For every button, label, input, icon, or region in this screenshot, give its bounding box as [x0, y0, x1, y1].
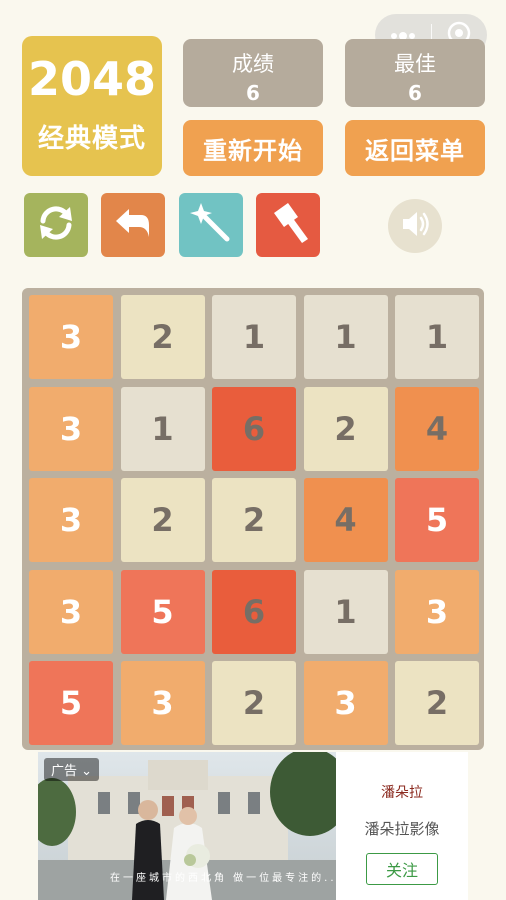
- magic-wand-icon: [187, 199, 235, 251]
- tile-r2-c4: 2: [303, 386, 388, 471]
- ad-caption: 在一座城市的西北角 做一位最专注的...: [110, 873, 343, 884]
- speaker-icon: [397, 206, 433, 246]
- tile-r3-c3: 2: [212, 478, 296, 562]
- tile-r5-c2: 3: [120, 661, 205, 745]
- advertiser-name: 潘朵拉影像: [364, 820, 440, 838]
- tile-r1-c3: 1: [212, 295, 296, 379]
- tile-r1-c2: 2: [120, 295, 205, 379]
- magic-wand-button[interactable]: [179, 193, 243, 257]
- tile-r2-c1: 3: [29, 386, 113, 471]
- logo-subtitle: 经典模式: [37, 124, 146, 154]
- tile-r3-c2: 2: [120, 478, 205, 562]
- score-label: 成绩: [232, 52, 274, 76]
- tile-r4-c3: 6: [212, 569, 296, 654]
- logo-title: 2048: [27, 52, 157, 106]
- chevron-down-icon: ⌄: [81, 764, 93, 779]
- best-value: 6: [408, 81, 422, 105]
- tile-r5-c1: 5: [29, 661, 113, 745]
- back-to-menu-button[interactable]: 返回菜单: [345, 120, 485, 176]
- refresh-button[interactable]: [24, 193, 88, 257]
- undo-arrow-icon: [111, 201, 155, 249]
- advertiser-logo: 潘朵拉: [381, 785, 423, 801]
- tile-r4-c2: 5: [120, 569, 205, 654]
- tile-r2-c2: 1: [120, 386, 205, 471]
- hammer-button[interactable]: [256, 193, 320, 257]
- tile-r5-c5: 2: [395, 661, 479, 745]
- game-logo: 2048 经典模式: [22, 36, 162, 176]
- tile-r4-c4: 1: [303, 569, 388, 654]
- tile-r4-c1: 3: [29, 569, 113, 654]
- score-value: 6: [246, 81, 260, 105]
- best-label: 最佳: [394, 52, 436, 76]
- tile-r3-c5: 5: [395, 478, 479, 562]
- tile-r2-c5: 4: [395, 386, 479, 471]
- tile-r4-c5: 3: [395, 569, 479, 654]
- tile-r5-c3: 2: [212, 661, 296, 745]
- ad-tag[interactable]: 广告 ⌄: [44, 758, 100, 781]
- ad-tag-label: 广告: [51, 764, 78, 779]
- tile-r5-c4: 3: [303, 661, 388, 745]
- tile-r1-c1: 3: [29, 295, 113, 379]
- game-board[interactable]: 3211131624322453561353232: [22, 288, 484, 750]
- score-box: 成绩 6: [183, 39, 323, 107]
- follow-button[interactable]: 关注: [366, 853, 438, 885]
- hammer-icon: [264, 199, 312, 251]
- tile-r3-c1: 3: [29, 478, 113, 562]
- tile-r1-c4: 1: [303, 295, 388, 379]
- tile-r2-c3: 6: [212, 386, 296, 471]
- refresh-icon: [34, 201, 78, 249]
- tile-r1-c5: 1: [395, 295, 479, 379]
- tile-r3-c4: 4: [303, 478, 388, 562]
- sound-toggle[interactable]: [388, 199, 442, 253]
- ad-banner[interactable]: 广告 ⌄ 在一座城市的西北角 做一位最专注的... 潘朵拉 潘朵拉影像 关注: [38, 752, 468, 900]
- undo-button[interactable]: [101, 193, 165, 257]
- best-box: 最佳 6: [345, 39, 485, 107]
- restart-button[interactable]: 重新开始: [183, 120, 323, 176]
